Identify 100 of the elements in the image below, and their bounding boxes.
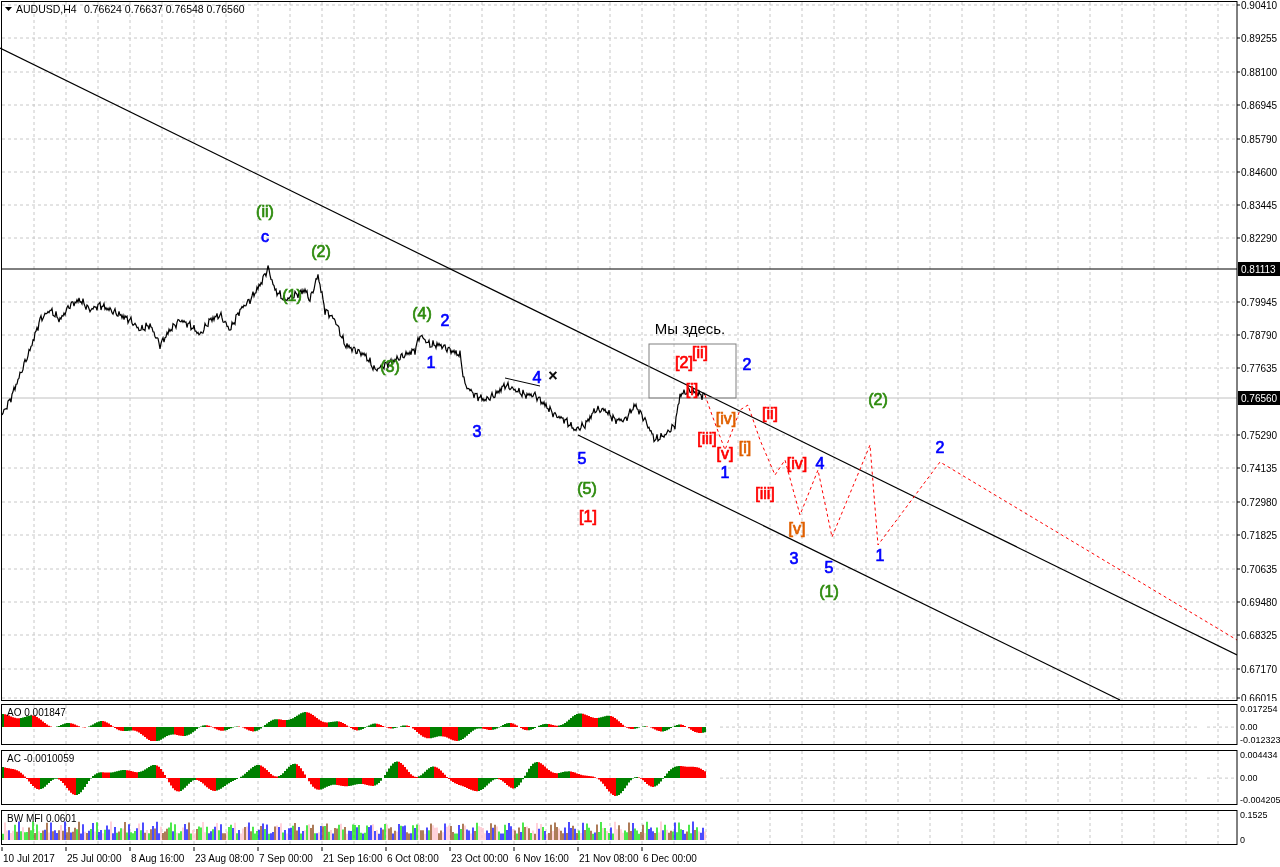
wave-label: 2 [742, 355, 752, 373]
price-label: 0.88100 [1241, 67, 1278, 78]
time-label: 7 Sep 00:00 [259, 853, 313, 864]
grid-line [673, 810, 675, 845]
wave-label: 5 [577, 449, 587, 467]
axis-label: 0.004434 [1240, 750, 1278, 760]
time-label: 23 Aug 08:00 [195, 853, 254, 864]
price-label: 0.75290 [1241, 430, 1278, 441]
wave-label: [ii] [762, 404, 778, 422]
wave-label: [i] [685, 380, 699, 398]
indicator-label: BW MFI 0.0601 [7, 813, 77, 824]
wave-label: (5) [577, 479, 597, 497]
time-label: 21 Sep 16:00 [323, 853, 383, 864]
price-tag: 0.76560 [1238, 391, 1280, 405]
grid-line [449, 810, 451, 845]
grid-line [257, 810, 259, 845]
wave-label: [iii] [697, 429, 717, 447]
time-label: 21 Nov 08:00 [579, 853, 639, 864]
wave-label: (ii) [256, 202, 274, 220]
wave-label: [2] [675, 353, 693, 371]
grid-line [513, 810, 515, 845]
grid-line [545, 810, 547, 845]
note-label: Мы здесь. [654, 320, 726, 337]
grid-line [289, 810, 291, 845]
price-tag: 0.81113 [1238, 262, 1280, 276]
price-label: 0.79945 [1241, 297, 1278, 308]
price-label: 0.84600 [1241, 167, 1278, 178]
grid-line [609, 704, 611, 745]
grid-line [577, 810, 579, 845]
time-label: 8 Aug 16:00 [131, 853, 185, 864]
wave-label: [ii] [692, 343, 708, 361]
axis-label: 0.1525 [1240, 810, 1268, 820]
wave-label: [iv] [715, 409, 737, 427]
price-label: 0.70635 [1241, 564, 1278, 575]
grid-line [193, 810, 195, 845]
wave-label: c [261, 227, 269, 245]
indicator-label: AO 0.001847 [7, 707, 66, 718]
price-label: 0.77635 [1241, 363, 1278, 374]
symbol-label: AUDUSD,H4 [16, 3, 77, 15]
axis-label: 0.00 [1240, 773, 1258, 784]
wave-label: 5 [824, 558, 834, 576]
grid-line [353, 810, 355, 845]
wave-label: 3 [472, 422, 482, 440]
axis-label: 0.017254 [1240, 704, 1278, 714]
wave-label: 2 [440, 311, 450, 329]
wave-label: [v] [716, 444, 734, 462]
quote-values: 0.76624 0.76637 0.76548 0.76560 [84, 3, 245, 15]
wave-label: (1) [819, 582, 839, 600]
axis-label: 0 [1240, 835, 1245, 845]
grid-line [33, 810, 35, 845]
grid-line [321, 810, 323, 845]
axis-label: -0.004205 [1240, 795, 1280, 805]
price-label: 0.78790 [1241, 330, 1278, 341]
grid-line [65, 810, 67, 845]
dropdown-icon[interactable] [5, 7, 12, 11]
wave-label: [1] [579, 507, 597, 525]
grid-line [161, 810, 163, 845]
time-label: 6 Oct 08:00 [387, 853, 439, 864]
price-label: 0.85790 [1241, 134, 1278, 145]
grid-line [609, 810, 611, 845]
wave-label: [iv] [786, 454, 808, 472]
time-label: 6 Dec 00:00 [643, 853, 697, 864]
price-label: 0.71825 [1241, 530, 1278, 541]
wave-label: [v] [788, 519, 806, 537]
wave-label: [iii] [755, 484, 775, 502]
wave-label: (4) [412, 304, 432, 322]
grid-line [129, 810, 131, 845]
indicator-label: AC -0.0010059 [7, 753, 75, 764]
grid-line [97, 810, 99, 845]
wave-label: 4 [532, 368, 542, 386]
price-label: 0.69480 [1241, 597, 1278, 608]
wave-label: 3 [789, 549, 799, 567]
time-label: 25 Jul 00:00 [67, 853, 122, 864]
grid-line [641, 810, 643, 845]
grid-line [225, 810, 227, 845]
time-label: 10 Jul 2017 [3, 853, 55, 864]
grid-line [705, 810, 707, 845]
axis-label: -0.012323 [1240, 735, 1280, 745]
grid-line [33, 704, 35, 745]
wave-label: [i] [738, 438, 752, 456]
grid-line [385, 810, 387, 845]
wave-label: 1 [720, 463, 730, 481]
wave-label: 1 [875, 546, 885, 564]
wave-label: 2 [935, 438, 945, 456]
price-label: 0.68325 [1241, 630, 1278, 641]
time-label: 23 Oct 00:00 [451, 853, 509, 864]
price-label: 0.74135 [1241, 463, 1278, 474]
price-label: 0.72980 [1241, 497, 1278, 508]
wave-label: 4 [815, 454, 825, 472]
price-label: 0.89255 [1241, 33, 1278, 44]
wave-label: (2) [868, 390, 888, 408]
wave-label: 1 [426, 353, 436, 371]
price-label: 0.67170 [1241, 664, 1278, 675]
wave-label: (2) [311, 242, 331, 260]
grid-line [417, 810, 419, 845]
price-label: 0.90410 [1241, 0, 1278, 11]
price-label: 0.83445 [1241, 200, 1278, 211]
axis-label: 0.00 [1240, 722, 1258, 733]
wave-label: × [548, 366, 558, 384]
price-label: 0.86945 [1241, 100, 1278, 111]
